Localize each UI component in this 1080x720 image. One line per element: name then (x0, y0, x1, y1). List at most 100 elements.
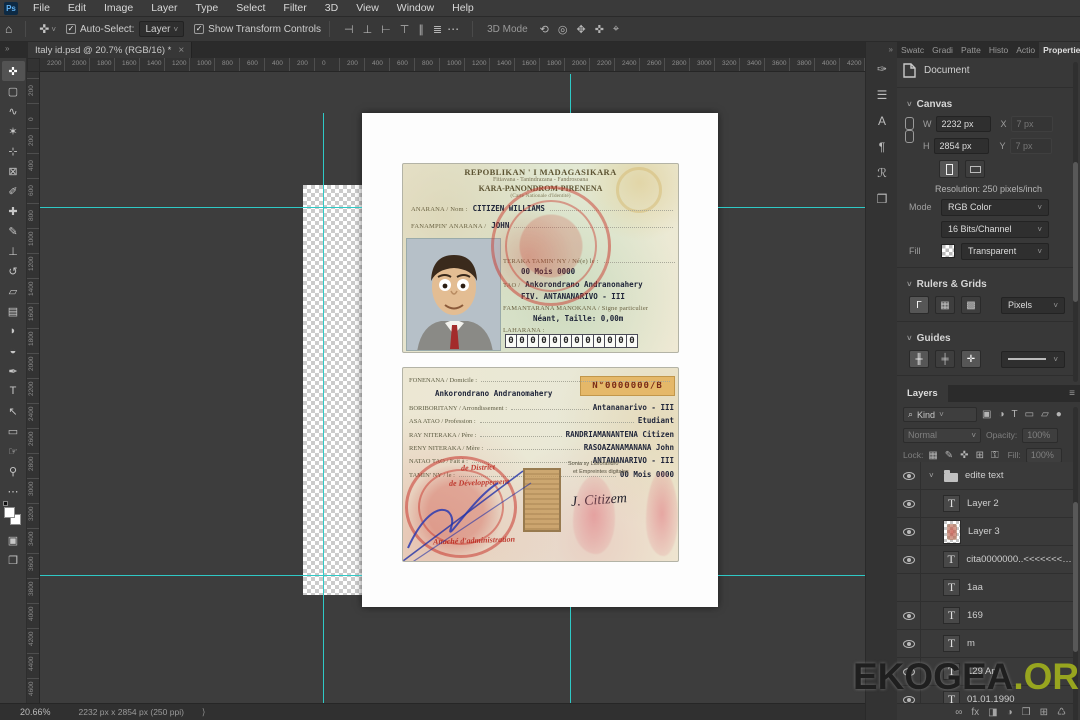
visibility-toggle[interactable] (897, 574, 921, 601)
toggle-grid-button[interactable]: ▦ (935, 296, 955, 314)
fill-field[interactable]: 100% (1025, 447, 1062, 463)
m[interactable]: ˅ m (897, 630, 1076, 658)
lock-pixels-icon[interactable]: ✎ (945, 450, 953, 461)
link-layers-icon[interactable]: ∞ (955, 707, 962, 718)
lasso-tool[interactable]: ∿ (2, 101, 25, 121)
slide-3d-icon[interactable]: ✜ (595, 23, 604, 36)
guide-style-dropdown[interactable]: ˅ (1001, 350, 1065, 368)
align-top-icon[interactable]: ⊤ (400, 23, 410, 36)
lock-artboard-icon[interactable]: ⊞ (976, 450, 984, 461)
status-options-icon[interactable]: ⟩ (202, 707, 206, 718)
ruler-units-dropdown[interactable]: Pixels ˅ (1001, 296, 1065, 314)
ruler-origin-corner[interactable] (27, 58, 40, 72)
width-field[interactable]: 2232 px (935, 116, 991, 132)
libraries-panel-icon[interactable]: ❒ (870, 188, 894, 210)
scrollbar-thumb[interactable] (1073, 502, 1078, 652)
foreground-color-swatch[interactable] (4, 507, 15, 518)
path-selection-tool[interactable]: ↖ (2, 401, 25, 421)
paragraph-panel-icon[interactable]: ¶ (870, 136, 894, 158)
gradient-tool[interactable]: ▤ (2, 301, 25, 321)
tab-gradients[interactable]: Gradi (928, 42, 957, 58)
character-panel-icon[interactable]: A (870, 110, 894, 132)
frame-tool[interactable]: ⊠ (2, 161, 25, 181)
photoshop-logo-icon[interactable]: Ps (4, 1, 18, 15)
more-options-icon[interactable]: ⋯ (442, 22, 464, 36)
guide-line[interactable] (718, 207, 865, 208)
collapse-toolbar-icon[interactable]: » (5, 44, 10, 53)
roll-3d-icon[interactable]: ◎ (558, 23, 568, 36)
height-field[interactable]: 2854 px (933, 138, 989, 154)
distribute-h-icon[interactable]: ∥ (418, 23, 424, 36)
horizontal-ruler[interactable]: 2200 2000 1800 1600 1400 1200 1000 800 600 400 200… (40, 58, 865, 72)
new-guide-layout-button[interactable]: ✛ (961, 350, 981, 368)
tab-layers[interactable]: Layers (897, 385, 948, 402)
toggle-rulers-button[interactable]: Γ (909, 296, 929, 314)
layer-thumbnail[interactable] (943, 579, 960, 596)
menu-item[interactable]: Edit (59, 2, 95, 14)
menu-item[interactable]: Image (95, 2, 142, 14)
layer-thumbnail[interactable] (944, 469, 958, 482)
layer-filter-dropdown[interactable]: ⌕ Kind ˅ (903, 407, 977, 422)
history-brush-tool[interactable]: ↺ (2, 261, 25, 281)
guides-section-header[interactable]: ˅ Guides (897, 327, 1076, 348)
healing-brush-tool[interactable]: ✚ (2, 201, 25, 221)
guide-line[interactable] (718, 575, 865, 576)
close-icon[interactable]: × (178, 45, 184, 56)
blur-tool[interactable]: ◗ (2, 321, 25, 341)
lock-transparent-icon[interactable]: ▦ (928, 450, 937, 461)
cita0000000..<<<<<<<<0 d[interactable]: ˅ cita0000000..<<<<<<<<0 d (897, 546, 1076, 574)
tab-swatches[interactable]: Swatc (897, 42, 928, 58)
brushes-icon[interactable]: ☰ (870, 84, 894, 106)
collapse-dock-icon[interactable]: » (889, 45, 894, 54)
layer-effects-icon[interactable]: fx (971, 707, 979, 718)
blend-mode-dropdown[interactable]: Normal ˅ (903, 427, 981, 443)
filter-type-layers-icon[interactable]: T (1012, 409, 1018, 420)
quick-mask-button[interactable]: ▣ (2, 530, 25, 550)
vertical-ruler[interactable]: 200 0 200 400 600 800 1000 1200 1400 1600 1800 2000… (27, 72, 40, 703)
hand-tool[interactable]: ☞ (2, 441, 25, 461)
delete-layer-icon[interactable]: ♺ (1057, 707, 1066, 718)
lock-all-icon[interactable]: ⚿ (991, 450, 999, 461)
dodge-tool[interactable]: ◒ (2, 341, 25, 361)
orientation-landscape-button[interactable] (965, 160, 985, 178)
type-tool[interactable]: T (2, 381, 25, 401)
Layer 3[interactable]: ˅ Layer 3 (897, 518, 1076, 546)
crop-tool[interactable]: ⊹ (2, 141, 25, 161)
layer-thumbnail[interactable] (943, 519, 961, 544)
zoom-level-field[interactable]: 20.66% (20, 707, 51, 717)
pen-tool[interactable]: ✒ (2, 361, 25, 381)
guide-line[interactable] (40, 575, 362, 576)
eyedropper-tool[interactable]: ✐ (2, 181, 25, 201)
eraser-tool[interactable]: ▱ (2, 281, 25, 301)
layer-thumbnail[interactable] (943, 635, 960, 652)
adjustment-layer-icon[interactable]: ◑ (1007, 707, 1013, 718)
toggle-pixel-grid-button[interactable]: ▩ (961, 296, 981, 314)
tab-patterns[interactable]: Patte (957, 42, 985, 58)
guide-line[interactable] (570, 607, 571, 703)
x-field[interactable]: 7 px (1010, 116, 1053, 132)
Layer 2[interactable]: ˅ Layer 2 (897, 490, 1076, 518)
filter-shape-layers-icon[interactable]: ▭ (1025, 409, 1034, 420)
rulers-grids-section-header[interactable]: ˅ Rulers & Grids (897, 273, 1076, 294)
brush-tool[interactable]: ✎ (2, 221, 25, 241)
expand-group-icon[interactable]: ˅ (929, 471, 937, 480)
scrollbar-thumb[interactable] (1073, 162, 1078, 302)
align-right-icon[interactable]: ⊢ (381, 23, 391, 36)
chevron-down-icon[interactable]: ˅ (51, 25, 56, 34)
lock-guides-button[interactable]: ╪ (935, 350, 955, 368)
distribute-v-icon[interactable]: ≣ (433, 23, 442, 36)
guide-line[interactable] (323, 113, 324, 703)
orbit-3d-icon[interactable]: ⟲ (540, 23, 549, 36)
visibility-toggle[interactable] (897, 602, 921, 629)
guide-line[interactable] (570, 74, 571, 113)
menu-item[interactable]: Filter (274, 2, 315, 14)
show-transform-checkbox[interactable]: ✓ (194, 24, 205, 34)
edite text[interactable]: ˅ edite text (897, 462, 1076, 490)
brush-settings-icon[interactable]: ✑ (870, 58, 894, 80)
default-colors-icon[interactable] (3, 501, 8, 506)
fill-dropdown[interactable]: Transparent ˅ (961, 242, 1049, 260)
visibility-toggle[interactable] (897, 546, 921, 573)
169[interactable]: ˅ 169 (897, 602, 1076, 630)
layer-group-icon[interactable]: ❒ (1022, 707, 1031, 718)
canvas-section-header[interactable]: ˅ Canvas (897, 93, 1076, 114)
